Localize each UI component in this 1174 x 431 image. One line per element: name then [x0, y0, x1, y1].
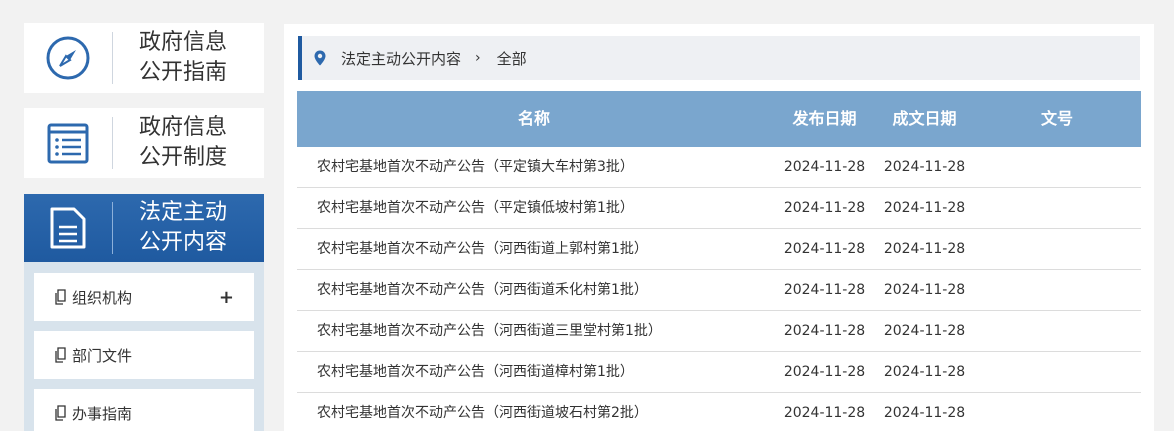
sidebar-card-label: 政府信息 公开指南 — [139, 30, 228, 85]
row-title-link[interactable]: 农村宅基地首次不动产公告（平定镇低坡村第1批） — [317, 188, 777, 228]
sidebar-item-label: 组织机构 — [72, 288, 133, 307]
expand-icon[interactable]: + — [219, 287, 234, 308]
sidebar-card-label: 政府信息 公开制度 — [139, 115, 228, 170]
column-header-doc-number: 文号 — [1040, 109, 1073, 128]
row-creation-date: 2024-11-28 — [883, 282, 966, 298]
row-creation-date: 2024-11-28 — [883, 241, 966, 257]
list-document-icon — [24, 108, 112, 178]
main-panel: 法定主动公开内容 › 全部 名称 发布日期 成文日期 文号 农村宅基地首次不动产… — [284, 24, 1154, 431]
row-title-link[interactable]: 农村宅基地首次不动产公告（河西街道禾化村第1批） — [317, 270, 777, 310]
row-creation-date: 2024-11-28 — [883, 200, 966, 216]
column-header-creation-date: 成文日期 — [892, 109, 957, 128]
row-creation-date: 2024-11-28 — [883, 159, 966, 175]
sidebar-item-service-guide[interactable]: 办事指南 — [34, 389, 254, 431]
page-icon — [55, 405, 66, 421]
table-row[interactable]: 农村宅基地首次不动产公告（河西街道三里堂村第1批） 2024-11-28 202… — [297, 311, 1141, 352]
breadcrumb-section-link[interactable]: 法定主动公开内容 — [341, 48, 461, 69]
table-row[interactable]: 农村宅基地首次不动产公告（平定镇大车村第3批） 2024-11-28 2024-… — [297, 147, 1141, 188]
sidebar-card-system[interactable]: 政府信息 公开制度 — [24, 108, 264, 178]
column-header-name: 名称 — [517, 109, 550, 128]
row-title-link[interactable]: 农村宅基地首次不动产公告（河西街道坡石村第2批） — [317, 393, 777, 431]
sidebar-item-label: 部门文件 — [72, 346, 133, 365]
chevron-right-icon: › — [475, 50, 481, 66]
sidebar-item-organization[interactable]: 组织机构 + — [34, 273, 254, 321]
sidebar-card-label: 法定主动 公开内容 — [139, 200, 228, 255]
breadcrumb: 法定主动公开内容 › 全部 — [298, 36, 1140, 80]
row-creation-date: 2024-11-28 — [883, 364, 966, 380]
sidebar-card-content[interactable]: 法定主动 公开内容 — [24, 194, 264, 262]
document-icon — [24, 193, 112, 263]
location-pin-icon — [314, 50, 326, 66]
row-title-link[interactable]: 农村宅基地首次不动产公告（河西街道三里堂村第1批） — [317, 311, 777, 351]
page-icon — [55, 289, 66, 305]
table-row[interactable]: 农村宅基地首次不动产公告（河西街道樟村第1批） 2024-11-28 2024-… — [297, 352, 1141, 393]
table-row[interactable]: 农村宅基地首次不动产公告（平定镇低坡村第1批） 2024-11-28 2024-… — [297, 188, 1141, 229]
table-header: 名称 发布日期 成文日期 文号 — [297, 91, 1141, 147]
row-creation-date: 2024-11-28 — [883, 405, 966, 421]
table-row[interactable]: 农村宅基地首次不动产公告（河西街道上郭村第1批） 2024-11-28 2024… — [297, 229, 1141, 270]
breadcrumb-current: 全部 — [496, 49, 527, 68]
sidebar-card-guide[interactable]: 政府信息 公开指南 — [24, 23, 264, 93]
compass-icon — [24, 23, 112, 93]
sidebar-item-label: 办事指南 — [72, 404, 133, 423]
table-row[interactable]: 农村宅基地首次不动产公告（河西街道禾化村第1批） 2024-11-28 2024… — [297, 270, 1141, 311]
row-creation-date: 2024-11-28 — [883, 323, 966, 339]
row-title-link[interactable]: 农村宅基地首次不动产公告（平定镇大车村第3批） — [317, 147, 777, 187]
row-title-link[interactable]: 农村宅基地首次不动产公告（河西街道樟村第1批） — [317, 352, 777, 392]
sidebar-item-department-docs[interactable]: 部门文件 — [34, 331, 254, 379]
row-title-link[interactable]: 农村宅基地首次不动产公告（河西街道上郭村第1批） — [317, 229, 777, 269]
table-row[interactable]: 农村宅基地首次不动产公告（河西街道坡石村第2批） 2024-11-28 2024… — [297, 393, 1141, 431]
sidebar-subnav: 组织机构 + 部门文件 办事指南 — [24, 262, 264, 431]
page-icon — [55, 347, 66, 363]
